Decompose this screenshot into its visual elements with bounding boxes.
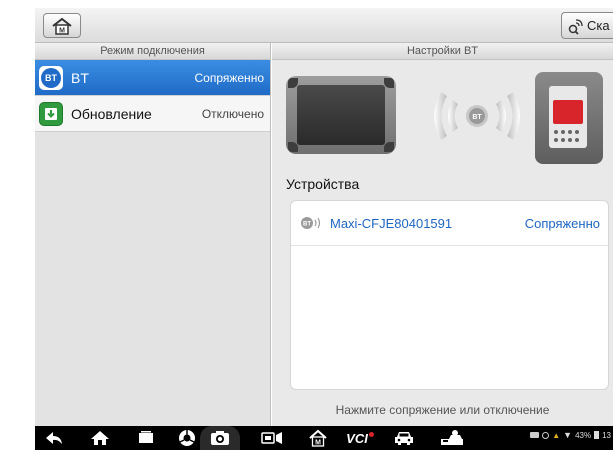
bluetooth-device-icon: BT: [300, 216, 324, 230]
svg-text:M: M: [59, 27, 65, 34]
device-status[interactable]: Сопряженно: [525, 216, 600, 231]
home-icon[interactable]: [89, 428, 111, 448]
browser-icon[interactable]: [176, 428, 198, 448]
connection-mode-header: Режим подключения: [35, 43, 270, 60]
system-navigation-bar: M VCI ▲ ▼ 43% 13: [35, 426, 613, 450]
warning-icon: ▲: [552, 430, 561, 440]
connection-item-update[interactable]: Обновление Отключено: [35, 96, 270, 132]
bluetooth-scan-icon: [568, 18, 583, 35]
connection-item-bt[interactable]: BT BT Сопряженно: [35, 60, 270, 96]
devices-list: BT Maxi-CFJE80401591 Сопряженно: [290, 200, 609, 390]
battery-level: 43%: [575, 430, 592, 440]
notification-icon: [530, 432, 540, 438]
maxi-home-icon[interactable]: M: [307, 428, 329, 448]
connection-item-status: Отключено: [201, 106, 264, 121]
multi-car-icon[interactable]: [439, 428, 465, 448]
battery-icon: [594, 431, 600, 439]
vci-icon[interactable]: VCI: [345, 428, 375, 448]
bluetooth-signal-icon: BT: [434, 92, 520, 140]
home-icon: M: [52, 17, 72, 35]
svg-text:BT: BT: [303, 222, 311, 228]
wifi-icon: ▼: [563, 430, 573, 440]
update-icon: [39, 101, 63, 126]
bt-settings-panel: Настройки BT BT Устройства BT Maxi-CFJE8…: [272, 43, 613, 426]
back-icon[interactable]: [43, 428, 65, 448]
bt-icon-badge: BT: [41, 67, 61, 88]
connection-item-status: Сопряженно: [194, 70, 264, 85]
pairing-hint: Нажмите сопряжение или отключение: [335, 403, 550, 417]
top-toolbar: M Ска: [35, 8, 613, 43]
svg-text:M: M: [315, 440, 321, 447]
scan-button-label: Ска: [587, 18, 610, 33]
devices-title: Устройства: [286, 176, 360, 192]
device-name: Maxi-CFJE80401591: [330, 215, 453, 231]
gps-icon: [542, 431, 550, 439]
screen-record-icon[interactable]: [261, 428, 283, 448]
car-icon[interactable]: [393, 428, 415, 448]
vci-device-image: [535, 72, 603, 164]
scan-button[interactable]: Ска: [561, 12, 613, 39]
clock: 13: [602, 430, 611, 440]
home-button[interactable]: M: [43, 13, 81, 38]
tablet-device-image: [286, 76, 396, 154]
connection-mode-panel: Режим подключения BT BT Сопряженно Обнов…: [35, 43, 271, 426]
vci-label: VCI: [346, 430, 368, 446]
connection-item-label: BT: [71, 69, 89, 86]
connection-illustration: BT: [272, 60, 613, 172]
connection-item-label: Обновление: [71, 105, 152, 122]
device-row[interactable]: BT Maxi-CFJE80401591 Сопряженно: [291, 201, 608, 246]
bt-badge-text: BT: [472, 114, 482, 121]
camera-icon[interactable]: [200, 426, 240, 450]
status-area: ▲ ▼ 43% 13: [530, 430, 611, 440]
recent-apps-icon[interactable]: [135, 428, 157, 448]
bt-settings-header: Настройки BT: [272, 43, 613, 60]
bt-icon: BT: [39, 65, 63, 90]
